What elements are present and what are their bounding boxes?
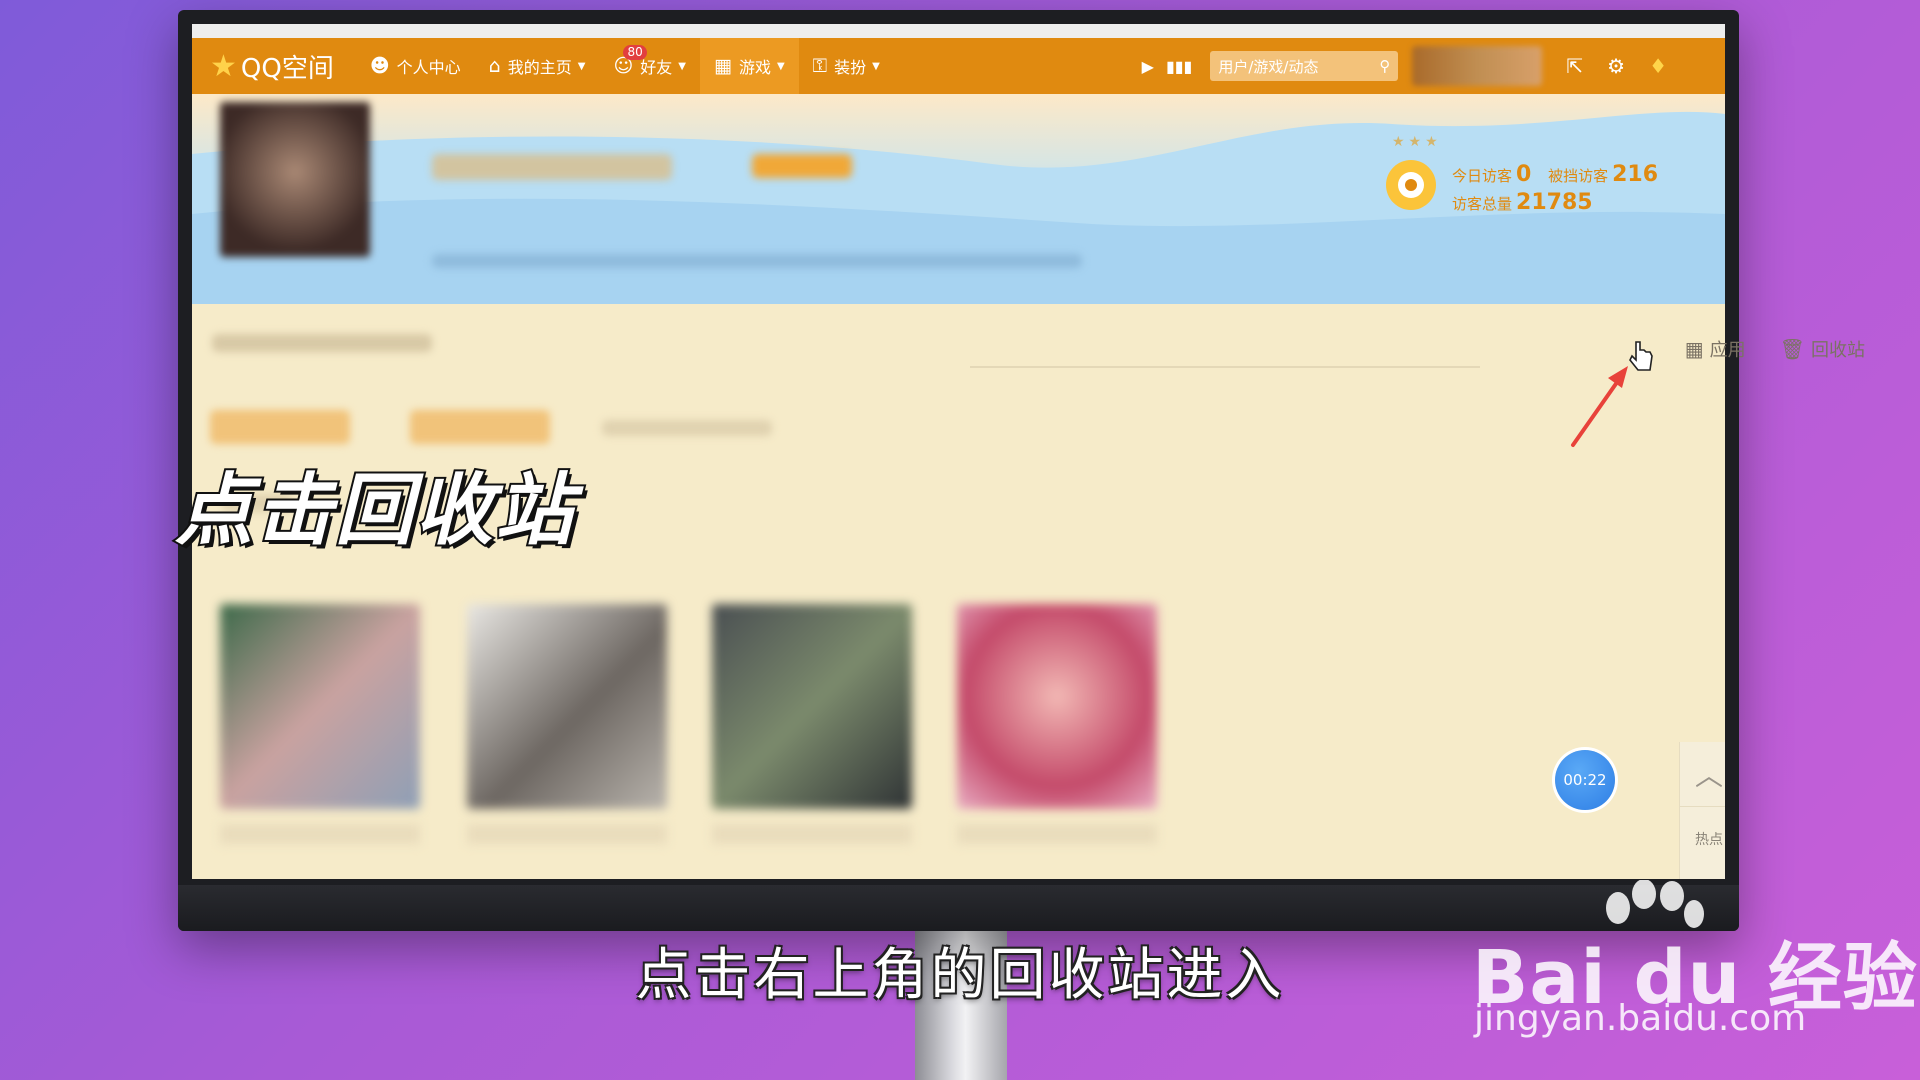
grid-icon: ▦ — [1684, 337, 1704, 361]
nav-games[interactable]: ▦ 游戏 ▼ — [699, 38, 799, 94]
chevron-down-icon: ▼ — [577, 60, 586, 72]
filter-chip-blurred — [602, 420, 772, 436]
blocked-visitors-value[interactable]: 216 — [1612, 162, 1658, 187]
profile-tag-blurred — [752, 154, 852, 178]
search-box[interactable]: 用户/游戏/动态 ⚲ — [1210, 51, 1399, 81]
photo-caption-blurred — [220, 824, 420, 844]
watermark-url: jingyan.baidu.com — [1474, 998, 1807, 1039]
album-photo-4[interactable] — [957, 604, 1157, 809]
visitor-stats: ★★★ 今日访客 0 被挡访客 216 访客总量 21785 — [1386, 134, 1686, 215]
content-toolbar: ▦ 应用 🗑 回收站 — [1651, 336, 1865, 362]
photo-caption-blurred — [467, 824, 667, 844]
chevron-up-icon: ︿ — [1694, 759, 1723, 792]
profile-avatar-blurred[interactable] — [220, 102, 370, 257]
nav-personal-center[interactable]: ☻ 个人中心 — [356, 38, 475, 94]
qzone-navbar: ★ QQ空间 ☻ 个人中心 ⌂ 我的主页 ▼ ☺ 80 好友 ▼ ▦ 游戏 ▼ — [192, 38, 1725, 94]
total-visitors-label: 访客总量 — [1452, 195, 1513, 213]
play-icon[interactable]: ▶ — [1142, 57, 1154, 76]
search-input[interactable]: 用户/游戏/动态 — [1218, 56, 1318, 77]
diamond-icon[interactable]: ♦ — [1649, 54, 1667, 78]
profile-tabs-blurred — [432, 254, 1082, 268]
album-photo-2[interactable] — [467, 604, 667, 809]
nav-label: 我的主页 — [507, 58, 572, 77]
nav-label: 个人中心 — [396, 58, 461, 77]
blocked-visitors-label: 被挡访客 — [1548, 167, 1609, 185]
nav-dressup[interactable]: ⚿ 装扮 ▼ — [799, 38, 894, 94]
home-icon: ⌂ — [488, 55, 501, 77]
visitor-row-2: 访客总量 21785 — [1452, 190, 1605, 215]
album-photo-3[interactable] — [712, 604, 912, 809]
nav-label: 游戏 — [738, 58, 771, 77]
user-avatar-blurred[interactable] — [1412, 46, 1543, 86]
logout-icon[interactable]: ⇱ — [1566, 54, 1583, 78]
logo-text: QQ空间 — [240, 53, 334, 84]
navbar-right: ▶ ▮▮▮ 用户/游戏/动态 ⚲ ⇱ ⚙ ♦ — [1118, 38, 1725, 94]
visitor-eye-icon — [1386, 160, 1436, 210]
grid-icon: ▦ — [713, 55, 732, 77]
nav-my-homepage[interactable]: ⌂ 我的主页 ▼ — [475, 38, 600, 94]
shirt-icon: ⚿ — [812, 55, 828, 77]
hot-label: 热点 — [1695, 832, 1723, 848]
trash-icon: 🗑 — [1779, 337, 1805, 361]
toolbar-divider — [970, 366, 1480, 368]
recycle-bin-button[interactable]: 🗑 回收站 — [1780, 336, 1865, 362]
overlay-title: 点击回收站 — [173, 464, 576, 558]
signal-bars-icon[interactable]: ▮▮▮ — [1166, 57, 1192, 76]
side-float-panel: ︿ 热点 — [1679, 742, 1725, 879]
nav-label: 装扮 — [834, 58, 867, 77]
recycle-bin-label: 回收站 — [1811, 340, 1865, 361]
qzone-logo[interactable]: ★ QQ空间 — [192, 38, 356, 94]
browser-top-strip — [192, 24, 1725, 38]
photo-caption-blurred — [957, 824, 1157, 844]
back-to-top-button[interactable]: ︿ — [1680, 742, 1725, 807]
video-timer-badge: 00:22 — [1555, 750, 1615, 810]
gear-icon[interactable]: ⚙ — [1607, 54, 1625, 78]
friends-count-badge: 80 — [623, 45, 647, 60]
hot-topics-button[interactable]: 热点 — [1680, 807, 1725, 871]
baidu-jingyan-watermark: Bai du 经验 jingyan.baidu.com — [1472, 880, 1917, 1040]
qzone-star-icon: ★ — [210, 48, 237, 84]
profile-name-blurred — [432, 154, 672, 180]
content-tabs-blurred — [212, 334, 432, 352]
nav-label: 好友 — [640, 58, 673, 77]
apps-button[interactable]: ▦ 应用 — [1685, 336, 1746, 362]
chevron-down-icon: ▼ — [678, 60, 686, 72]
chevron-down-icon: ▼ — [776, 60, 785, 72]
timer-text: 00:22 — [1563, 771, 1607, 789]
total-visitors-value[interactable]: 21785 — [1516, 190, 1593, 215]
filter-chip-blurred — [410, 410, 550, 444]
person-icon: ☻ — [369, 55, 390, 77]
album-photo-1[interactable] — [220, 604, 420, 809]
nav-friends[interactable]: ☺ 80 好友 ▼ — [599, 38, 700, 94]
photo-caption-blurred — [712, 824, 912, 844]
search-icon[interactable]: ⚲ — [1379, 57, 1390, 75]
apps-label: 应用 — [1709, 340, 1746, 361]
rating-stars: ★★★ — [1392, 134, 1442, 150]
chevron-down-icon: ▼ — [872, 60, 880, 72]
visitor-row-1: 今日访客 0 被挡访客 216 — [1452, 162, 1670, 187]
filter-chip-blurred — [210, 410, 350, 444]
today-visitors-value[interactable]: 0 — [1516, 162, 1531, 187]
today-visitors-label: 今日访客 — [1452, 167, 1513, 185]
